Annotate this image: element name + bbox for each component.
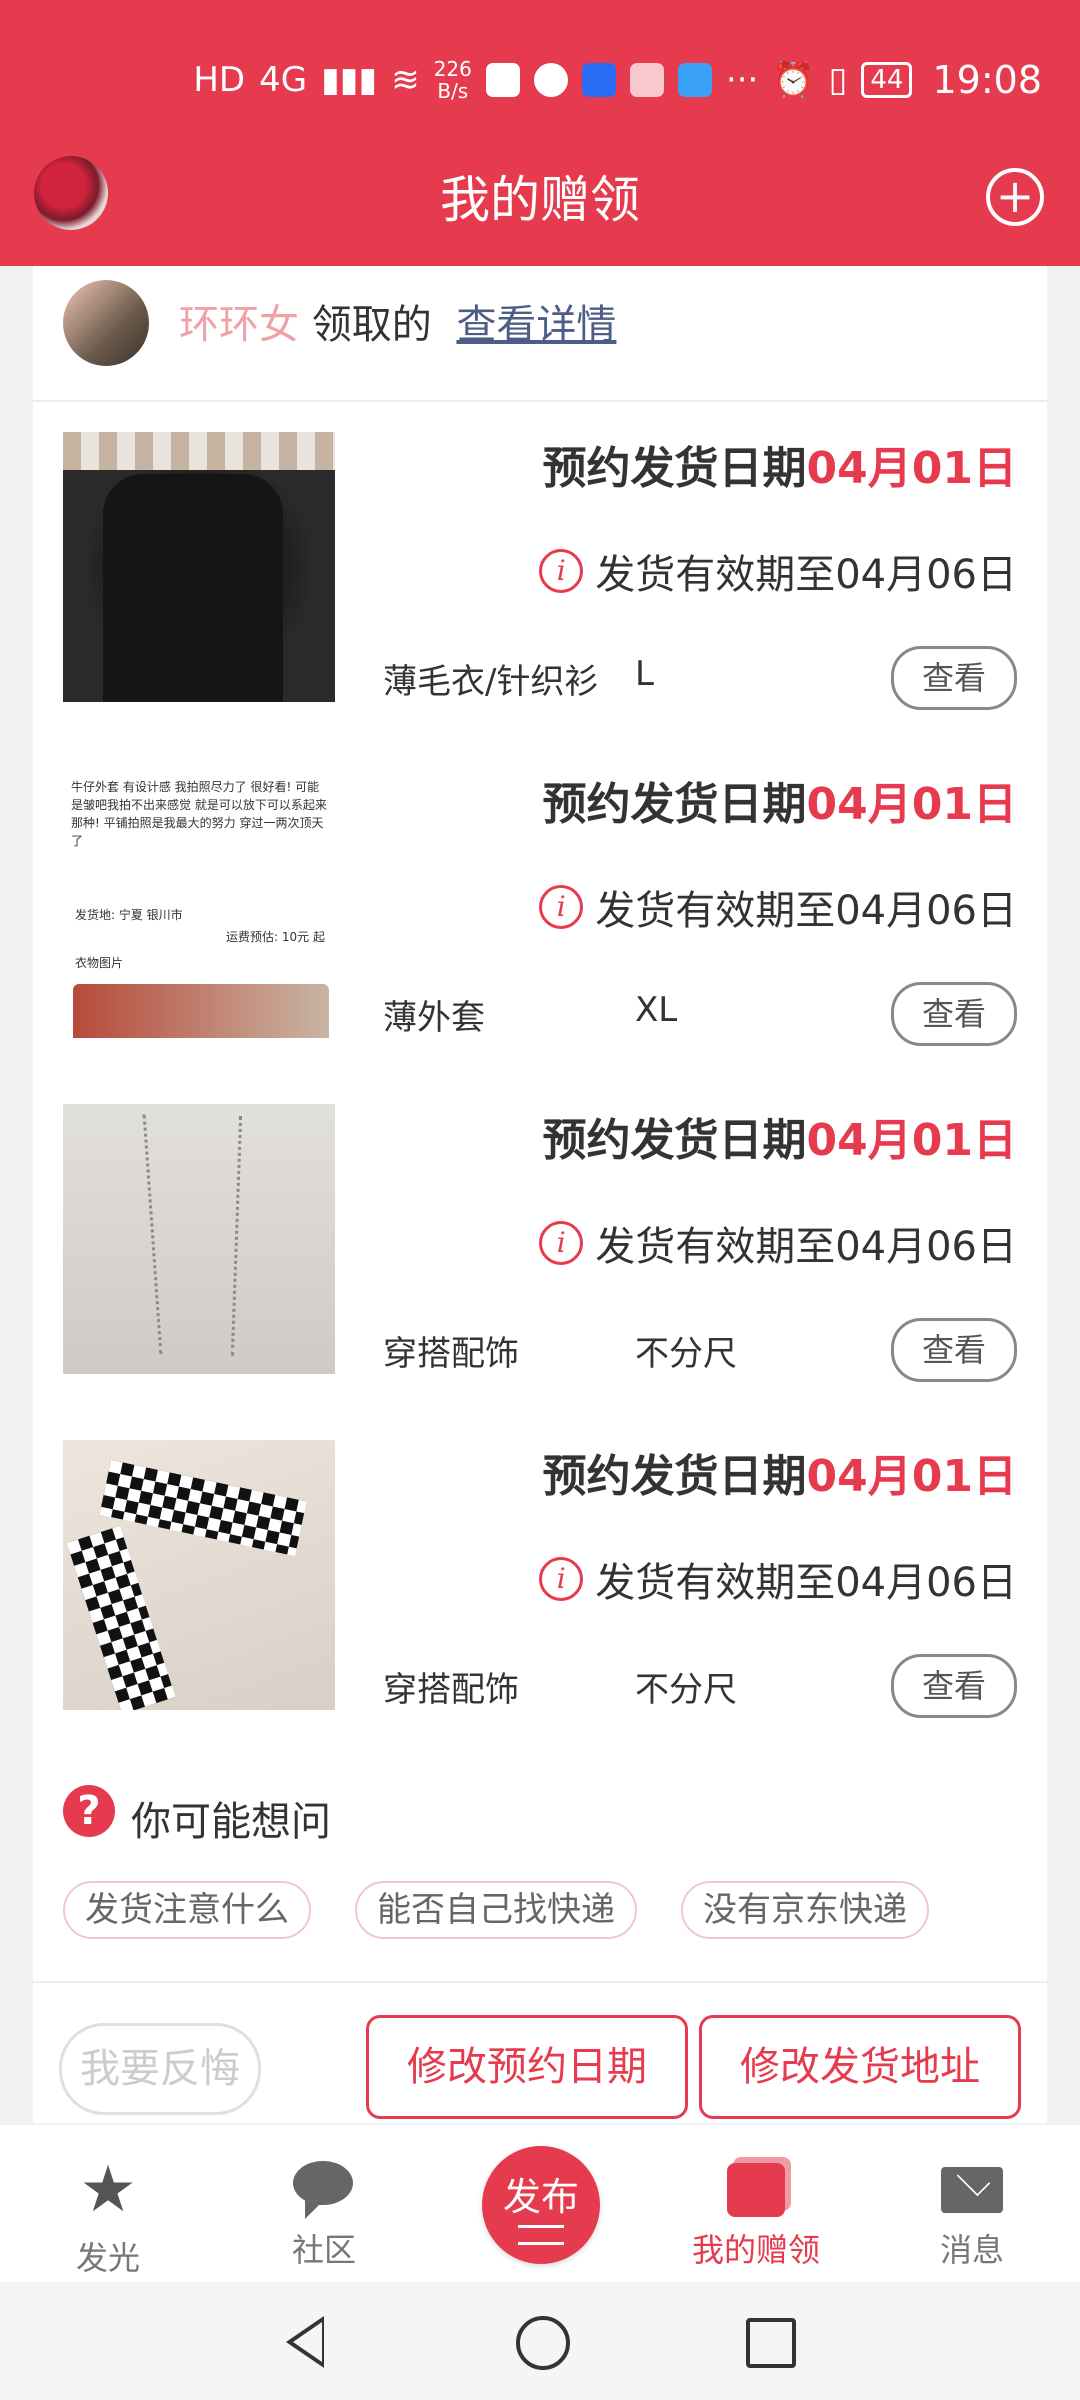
item-photo[interactable] xyxy=(63,1440,335,1710)
info-icon: i xyxy=(539,1221,584,1265)
item-category: 穿搭配饰 xyxy=(383,1334,519,1374)
tab-my-gifts[interactable]: 我的赠领 xyxy=(676,2155,836,2271)
huawei-app-icon xyxy=(629,63,664,97)
sender-avatar[interactable] xyxy=(63,280,149,366)
thumb-description: 牛仔外套 有设计感 我拍照尽力了 很好看! 可能是皱吧我拍不出来感觉 就是可以放… xyxy=(71,780,327,848)
faq-title: 你可能想问 xyxy=(131,1799,331,1845)
plus-circle-icon[interactable]: + xyxy=(986,168,1044,226)
list-item: 预约发货日期04月01日 i 发货有效期至04月06日 穿搭配饰 不分尺 查看 xyxy=(33,1074,1047,1412)
tab-label: 我的赠领 xyxy=(691,2231,820,2269)
faq-section: ? 你可能想问 发货注意什么 能否自己找快递 没有京东快递 xyxy=(33,1745,1047,1983)
valid-until: i 发货有效期至04月06日 xyxy=(539,1550,1017,1608)
alarm-icon: ⏰ xyxy=(772,60,815,100)
signal-icon: ▮▮▮ xyxy=(321,60,378,100)
change-date-button[interactable]: 修改预约日期 xyxy=(366,2015,688,2119)
publish-label: 发布 xyxy=(502,2175,579,2219)
recent-apps-icon[interactable] xyxy=(746,2318,796,2368)
faq-chip[interactable]: 能否自己找快递 xyxy=(355,1881,637,1939)
net-speed: 226 B/s xyxy=(433,57,472,103)
app-header: HD 4G ▮▮▮ ≋ 226 B/s ··· ⏰ ▯ 44 19:08 我的赠领… xyxy=(0,0,1080,266)
battery-icon: 44 xyxy=(861,62,913,98)
list-item: 预约发货日期04月01日 i 发货有效期至04月06日 穿搭配饰 不分尺 查看 xyxy=(33,1410,1047,1748)
thumb-fee: 运费预估: 10元 起 xyxy=(226,930,325,944)
chat-bubble-icon xyxy=(289,2161,359,2219)
valid-until: i 发货有效期至04月06日 xyxy=(539,878,1017,936)
item-category: 薄外套 xyxy=(383,998,485,1038)
view-details-link[interactable]: 查看详情 xyxy=(456,302,616,348)
info-icon: i xyxy=(539,1557,584,1601)
sender-name[interactable]: 环环女 xyxy=(179,302,299,348)
faq-chip[interactable]: 没有京东快递 xyxy=(681,1881,929,1939)
item-size: 不分尺 xyxy=(635,1334,737,1374)
item-photo[interactable] xyxy=(63,1104,335,1374)
mail-notification-icon xyxy=(485,63,520,97)
valid-until: i 发货有效期至04月06日 xyxy=(539,1214,1017,1272)
mail-icon xyxy=(941,2167,1003,2213)
sender-row: 环环女 领取的 查看详情 xyxy=(33,266,1047,402)
valid-until: i 发货有效期至04月06日 xyxy=(539,542,1017,600)
home-icon[interactable] xyxy=(516,2316,570,2370)
more-icon: ··· xyxy=(725,60,759,100)
publish-icon xyxy=(518,2225,564,2245)
tab-label: 消息 xyxy=(939,2231,1004,2269)
info-icon: i xyxy=(539,885,584,929)
item-size: 不分尺 xyxy=(635,1670,737,1710)
back-icon[interactable] xyxy=(286,2316,324,2368)
system-nav-bar xyxy=(0,2282,1080,2400)
view-button[interactable]: 查看 xyxy=(891,982,1017,1046)
change-address-button[interactable]: 修改发货地址 xyxy=(699,2015,1021,2119)
view-button[interactable]: 查看 xyxy=(891,1318,1017,1382)
item-category: 穿搭配饰 xyxy=(383,1670,519,1710)
regret-button[interactable]: 我要反悔 xyxy=(59,2023,261,2115)
vibrate-icon: ▯ xyxy=(828,60,848,100)
tab-messages[interactable]: 消息 xyxy=(892,2155,1052,2271)
item-photo[interactable]: 牛仔外套 有设计感 我拍照尽力了 很好看! 可能是皱吧我拍不出来感觉 就是可以放… xyxy=(63,768,335,1038)
view-button[interactable]: 查看 xyxy=(891,1654,1017,1718)
action-bar: 我要反悔 修改预约日期 修改发货地址 xyxy=(33,1983,1047,2123)
list-item: 预约发货日期04月01日 i 发货有效期至04月06日 薄毛衣/针织衫 L 查看 xyxy=(33,402,1047,740)
status-bar: HD 4G ▮▮▮ ≋ 226 B/s ··· ⏰ ▯ 44 19:08 xyxy=(193,48,1042,112)
ship-date: 预约发货日期04月01日 xyxy=(542,779,1017,830)
ship-date: 预约发货日期04月01日 xyxy=(542,443,1017,494)
list-item: 牛仔外套 有设计感 我拍照尽力了 很好看! 可能是皱吧我拍不出来感觉 就是可以放… xyxy=(33,738,1047,1076)
ship-date: 预约发货日期04月01日 xyxy=(542,1451,1017,1502)
item-size: XL xyxy=(635,990,678,1030)
cloud-app-icon xyxy=(677,63,712,97)
app-notification-icon xyxy=(533,63,568,97)
item-size: L xyxy=(635,654,654,694)
publish-button[interactable]: 发布 xyxy=(482,2146,600,2264)
page-title: 我的赠领 xyxy=(440,171,640,229)
faq-chip[interactable]: 发货注意什么 xyxy=(63,1881,311,1939)
item-category: 薄毛衣/针织衫 xyxy=(383,662,599,702)
tab-label: 发光 xyxy=(75,2239,140,2277)
question-icon: ? xyxy=(63,1785,115,1837)
star-icon: ★ xyxy=(79,2153,137,2227)
info-icon: i xyxy=(539,549,584,593)
tab-community[interactable]: 社区 xyxy=(244,2155,404,2271)
wifi-icon: ≋ xyxy=(391,60,420,100)
sender-line: 环环女 领取的 查看详情 xyxy=(179,292,616,350)
gift-icon xyxy=(727,2163,785,2217)
sender-action: 领取的 xyxy=(311,302,432,348)
network-type: 4G xyxy=(259,60,308,100)
tab-label: 社区 xyxy=(291,2231,356,2269)
ship-date: 预约发货日期04月01日 xyxy=(542,1115,1017,1166)
tab-glow[interactable]: ★ 发光 xyxy=(28,2155,188,2279)
view-button[interactable]: 查看 xyxy=(891,646,1017,710)
item-photo[interactable] xyxy=(63,432,335,702)
bulb-app-icon xyxy=(581,63,616,97)
thumb-photo-strip xyxy=(73,984,329,1038)
thumb-ship-from: 发货地: 宁夏 银川市 xyxy=(75,908,183,922)
thumb-photos-label: 衣物图片 xyxy=(75,956,124,970)
clock: 19:08 xyxy=(932,58,1042,102)
hd-badge: HD xyxy=(193,60,246,100)
